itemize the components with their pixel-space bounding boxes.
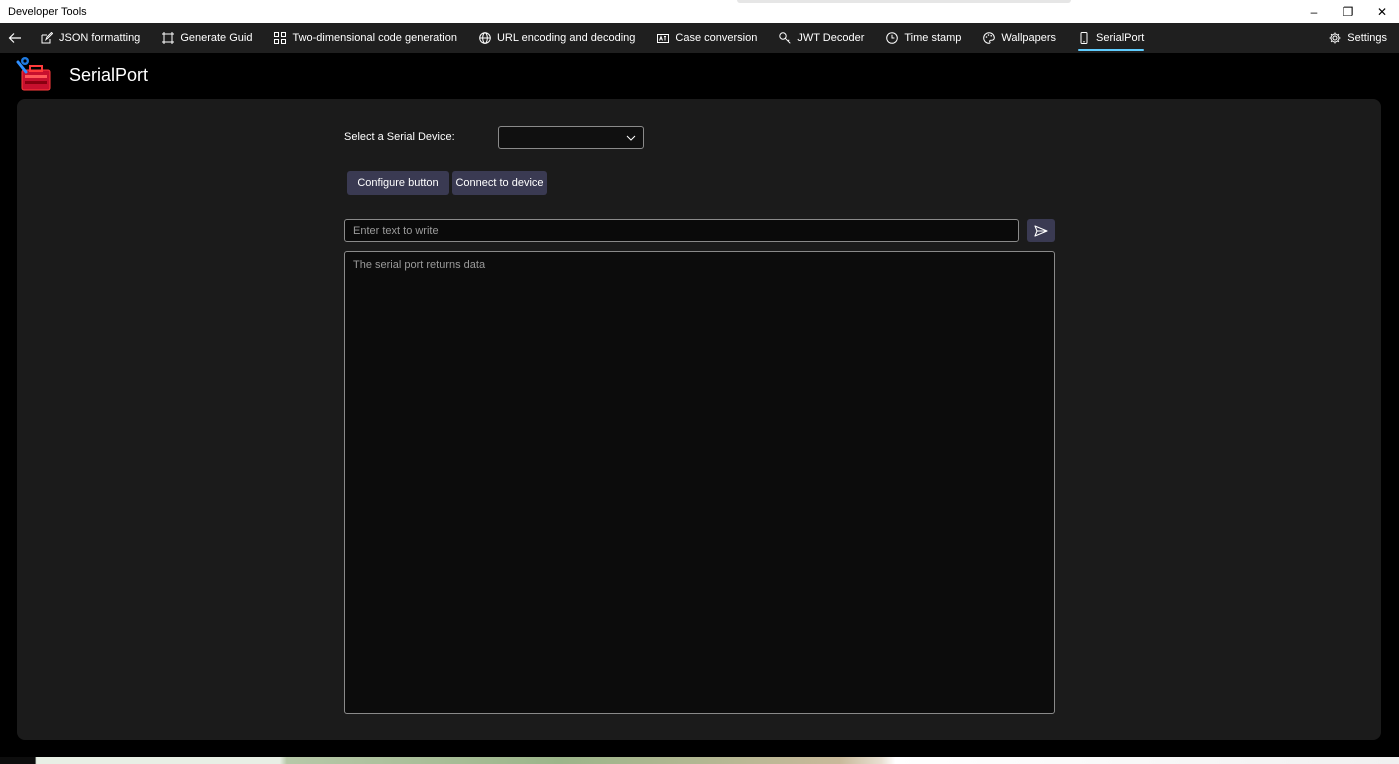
taskbar-edge: [0, 757, 1399, 764]
nav-item-label: Two-dimensional code generation: [292, 32, 457, 44]
font-size-icon: [657, 32, 670, 44]
serial-device-label: Select a Serial Device:: [344, 131, 455, 143]
nav-item-jwt-decoder[interactable]: JWT Decoder: [768, 23, 875, 53]
nav-item-label: SerialPort: [1096, 32, 1145, 44]
frame-icon: [162, 32, 175, 44]
nav-item-qr-code[interactable]: Two-dimensional code generation: [263, 23, 468, 53]
nav-item-wallpapers[interactable]: Wallpapers: [972, 23, 1067, 53]
chevron-down-icon: [626, 135, 636, 141]
nav-item-generate-guid[interactable]: Generate Guid: [151, 23, 263, 53]
phone-icon: [1078, 32, 1090, 44]
nav-item-label: Wallpapers: [1001, 32, 1057, 44]
serial-output-area[interactable]: The serial port returns data: [344, 251, 1055, 714]
title-bar-tab-shadow: [737, 0, 1071, 3]
clock-icon: [886, 32, 899, 44]
page-header: SerialPort: [16, 53, 148, 97]
back-button[interactable]: [0, 23, 30, 53]
nav-item-label: Case conversion: [675, 32, 758, 44]
nav-item-label: URL encoding and decoding: [496, 32, 636, 44]
nav-item-label: JSON formatting: [59, 32, 141, 44]
nav-item-label: Time stamp: [904, 32, 962, 44]
top-navigation: JSON formatting Generate Guid Two-dimens…: [0, 23, 1399, 53]
close-button[interactable]: ✕: [1365, 0, 1399, 23]
toolbox-icon: [16, 57, 51, 91]
restore-button[interactable]: ❐: [1331, 0, 1365, 23]
nav-item-settings[interactable]: Settings: [1329, 23, 1387, 53]
arrow-left-icon: [8, 33, 21, 43]
palette-icon: [983, 32, 996, 44]
send-icon: [1034, 224, 1048, 237]
nav-item-case-conversion[interactable]: Case conversion: [646, 23, 768, 53]
minimize-button[interactable]: –: [1297, 0, 1331, 23]
serial-device-dropdown[interactable]: [498, 126, 644, 149]
page-title: SerialPort: [69, 64, 149, 85]
nav-item-time-stamp[interactable]: Time stamp: [875, 23, 972, 53]
configure-button[interactable]: Configure button: [347, 171, 449, 195]
connect-button[interactable]: Connect to device: [452, 171, 547, 195]
key-icon: [779, 32, 791, 44]
gear-icon: [1329, 32, 1341, 44]
nav-item-label: Generate Guid: [180, 32, 253, 44]
nav-item-url-encoding[interactable]: URL encoding and decoding: [468, 23, 646, 53]
send-button[interactable]: [1027, 219, 1055, 242]
window-title: Developer Tools: [8, 5, 87, 18]
nav-item-serialport[interactable]: SerialPort: [1067, 23, 1155, 53]
settings-label: Settings: [1347, 32, 1387, 44]
edit-icon: [41, 32, 53, 44]
nav-items: JSON formatting Generate Guid Two-dimens…: [30, 23, 1155, 53]
title-bar: Developer Tools – ❐ ✕: [0, 0, 1399, 23]
write-text-input[interactable]: Enter text to write: [344, 219, 1019, 242]
nav-item-json-formatting[interactable]: JSON formatting: [30, 23, 151, 53]
qr-grid-icon: [274, 32, 287, 44]
nav-item-label: JWT Decoder: [797, 32, 865, 44]
window-controls: – ❐ ✕: [1297, 0, 1399, 23]
globe-icon: [479, 32, 491, 44]
